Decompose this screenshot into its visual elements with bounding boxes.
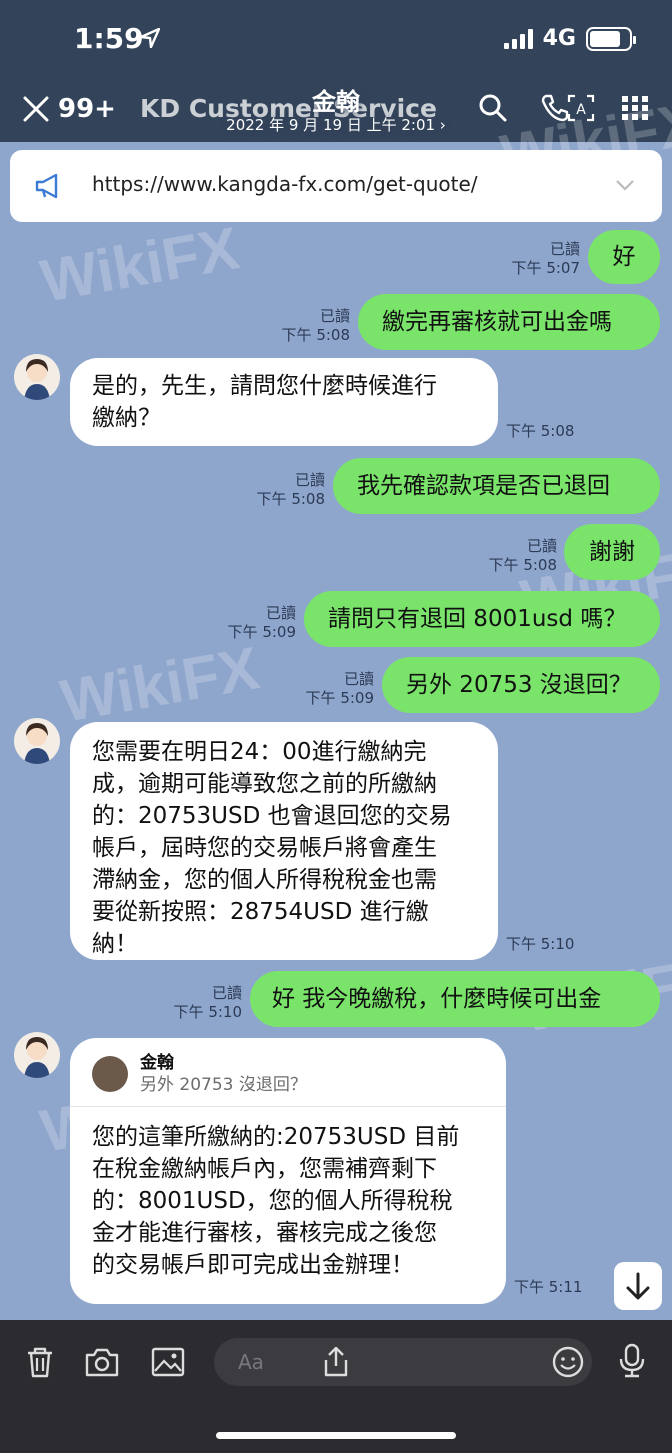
emoji-icon[interactable] <box>550 1344 586 1380</box>
message-time: 下午 5:08 <box>506 422 575 440</box>
message-meta: 已讀 下午 5:08 <box>489 537 557 575</box>
battery-icon <box>586 26 636 51</box>
message-text: 請問只有退回 8001usd 嗎？ <box>328 606 627 632</box>
contact-avatar[interactable] <box>14 354 60 400</box>
top-bar: 1:59 4G 99+ KD Customer Service 金翰 2022 … <box>0 0 672 142</box>
read-receipt: 已讀 <box>294 471 325 489</box>
message-bubble-incoming[interactable]: 是的，先生，請問您什麼時候進行 繳納？ <box>70 358 498 446</box>
message-bubble-outgoing[interactable]: 我先確認款項是否已退回 <box>333 458 660 514</box>
message-input[interactable]: Aa <box>214 1338 592 1386</box>
status-indicators: 4G <box>503 26 636 51</box>
read-receipt: 已讀 <box>211 984 242 1002</box>
message-bubble-outgoing[interactable]: 繳完再審核就可出金嗎 <box>358 294 660 350</box>
avatar-icon <box>24 723 50 764</box>
location-arrow-icon <box>140 28 160 48</box>
message-input-placeholder: Aa <box>238 1350 264 1374</box>
contact-avatar[interactable] <box>14 1032 60 1078</box>
reply-sender-name: 金翰 <box>140 1053 174 1073</box>
message-text: 好 我今晚繳稅，什麼時候可出金 <box>272 986 602 1012</box>
message-text: 好 <box>612 244 636 270</box>
message-time: 下午 5:08 <box>256 490 325 508</box>
message-text: 繳完再審核就可出金嗎 <box>382 309 612 335</box>
message-meta: 已讀 下午 5:08 <box>257 471 325 509</box>
message-meta: 已讀 下午 5:07 <box>512 240 580 278</box>
message-time: 下午 5:08 <box>488 556 557 574</box>
message-meta: 下午 5:10 <box>506 935 574 954</box>
image-icon[interactable] <box>150 1344 186 1380</box>
signal-icon <box>503 28 533 49</box>
network-type: 4G <box>542 26 576 51</box>
read-receipt: 已讀 <box>549 240 580 258</box>
message-text: 謝謝 <box>589 539 635 565</box>
message-text: 我先確認款項是否已退回 <box>357 473 610 499</box>
message-bubble-outgoing[interactable]: 另外 20753 沒退回？ <box>382 657 660 713</box>
read-receipt: 已讀 <box>319 307 350 325</box>
message-meta: 下午 5:08 <box>506 422 574 441</box>
microphone-icon[interactable] <box>614 1342 650 1378</box>
message-bubble-outgoing[interactable]: 謝謝 <box>564 524 660 580</box>
chevron-down-icon[interactable] <box>614 174 636 196</box>
scroll-to-bottom-button[interactable] <box>614 1262 662 1310</box>
message-time: 下午 5:09 <box>305 689 374 707</box>
message-time: 下午 5:11 <box>514 1278 583 1296</box>
reply-preview[interactable]: 金翰 另外 20753 沒退回？ <box>92 1052 484 1106</box>
message-meta: 下午 5:11 <box>514 1278 582 1297</box>
trash-icon[interactable] <box>22 1344 58 1380</box>
message-text: 您的這筆所繳納的:20753USD 目前 在稅金繳納帳戶內，您需補齊剩下 的：8… <box>92 1124 460 1278</box>
read-receipt: 已讀 <box>265 604 296 622</box>
message-meta: 已讀 下午 5:08 <box>282 307 350 345</box>
status-time: 1:59 <box>74 22 144 55</box>
message-bubble-outgoing[interactable]: 請問只有退回 8001usd 嗎？ <box>304 591 660 647</box>
message-bubble-outgoing[interactable]: 好 我今晚繳稅，什麼時候可出金 <box>250 971 660 1027</box>
translate-icon[interactable]: A <box>566 93 596 123</box>
message-meta: 已讀 下午 5:10 <box>174 984 242 1022</box>
message-time: 下午 5:10 <box>506 935 575 953</box>
avatar-icon <box>24 1037 50 1078</box>
message-text: 您需要在明日24：00進行繳納完 成，逾期可能導致您之前的所繳納 的：20753… <box>92 739 452 957</box>
avatar-icon <box>24 359 50 400</box>
reply-divider <box>70 1106 506 1107</box>
message-bubble-incoming[interactable]: 您需要在明日24：00進行繳納完 成，逾期可能導致您之前的所繳納 的：20753… <box>70 722 498 960</box>
announcement-banner[interactable]: https://www.kangda-fx.com/get-quote/ <box>10 150 662 222</box>
bottom-toolbar: Aa <box>0 1320 672 1453</box>
megaphone-icon <box>35 173 58 199</box>
reply-quoted-text: 另外 20753 沒退回？ <box>140 1075 307 1095</box>
menu-grid-icon[interactable] <box>620 93 650 123</box>
arrow-down-icon <box>626 1272 650 1300</box>
read-receipt: 已讀 <box>526 537 557 555</box>
watermark: WikiFX <box>55 634 264 735</box>
reply-avatar <box>92 1056 128 1092</box>
message-text: 另外 20753 沒退回？ <box>406 672 632 698</box>
camera-icon[interactable] <box>84 1344 120 1380</box>
home-indicator <box>216 1432 456 1439</box>
message-meta: 已讀 下午 5:09 <box>306 670 374 708</box>
contact-avatar[interactable] <box>14 718 60 764</box>
share-icon[interactable] <box>318 1344 354 1380</box>
message-time: 下午 5:07 <box>511 259 580 277</box>
message-time: 下午 5:10 <box>173 1003 242 1021</box>
message-bubble-outgoing[interactable]: 好 <box>588 230 660 284</box>
announcement-url[interactable]: https://www.kangda-fx.com/get-quote/ <box>92 172 478 196</box>
read-receipt: 已讀 <box>343 670 374 688</box>
search-icon[interactable] <box>478 93 508 123</box>
message-meta: 已讀 下午 5:09 <box>228 604 296 642</box>
watermark: WikiFX <box>35 214 244 315</box>
message-text: 是的，先生，請問您什麼時候進行 繳納？ <box>92 373 437 431</box>
message-time: 下午 5:08 <box>281 326 350 344</box>
message-time: 下午 5:09 <box>227 623 296 641</box>
message-bubble-incoming-reply[interactable]: 金翰 另外 20753 沒退回？ 您的這筆所繳納的:20753USD 目前 在稅… <box>70 1038 506 1304</box>
svg-text:A: A <box>576 102 586 118</box>
